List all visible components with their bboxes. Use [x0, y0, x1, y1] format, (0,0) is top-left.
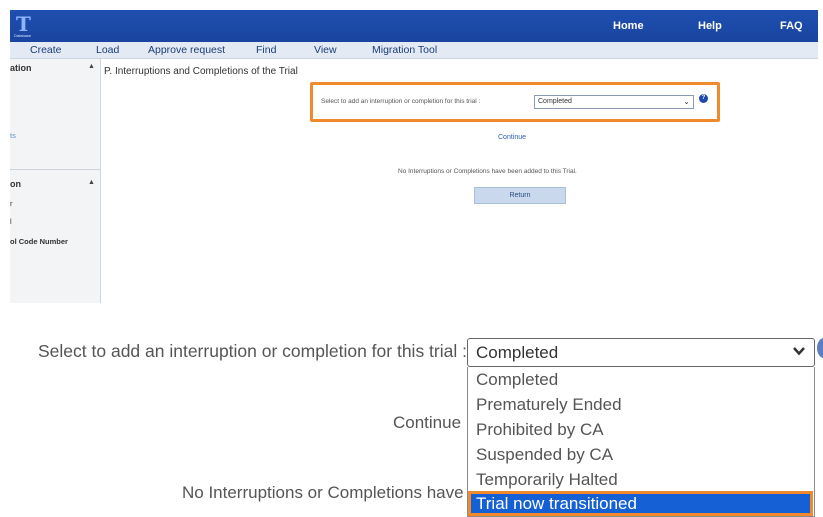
page-title: P. Interruptions and Completions of the … [104, 66, 298, 77]
menu-load[interactable]: Load [96, 44, 119, 56]
scroll-up-icon[interactable]: ▲ [88, 63, 95, 70]
scroll-up-icon[interactable]: ▲ [88, 179, 95, 186]
option-prematurely-ended[interactable]: Prematurely Ended [468, 392, 813, 417]
zoomed-select-label: Select to add an interruption or complet… [38, 341, 467, 361]
menu-bar: Create Load Approve request Find View Mi… [10, 42, 818, 59]
zoomed-interruption-select[interactable]: Completed [467, 338, 815, 367]
menu-view[interactable]: View [314, 44, 337, 56]
help-icon[interactable] [817, 338, 823, 358]
help-icon[interactable]: ? [699, 94, 708, 103]
zoomed-dropdown-view: Select to add an interruption or complet… [0, 305, 823, 517]
chevron-down-icon: ⌄ [683, 97, 690, 106]
nav-faq-link[interactable]: FAQ [780, 20, 803, 32]
zoomed-select-value: Completed [476, 343, 559, 362]
return-button[interactable]: Return [474, 187, 566, 204]
sidebar-item-link[interactable]: ts [10, 131, 16, 140]
zoomed-no-interruptions-message: No Interruptions or Completions have bee… [182, 483, 467, 502]
zoomed-continue-link[interactable]: Continue [393, 413, 461, 433]
nav-home-link[interactable]: Home [613, 20, 644, 32]
continue-link[interactable]: Continue [498, 134, 526, 141]
no-interruptions-message: No Interruptions or Completions have bee… [398, 168, 577, 175]
sidebar-section-1-title: ation [10, 63, 32, 73]
menu-approve-request[interactable]: Approve request [148, 44, 225, 56]
sidebar-item[interactable]: r [10, 199, 13, 208]
nav-help-link[interactable]: Help [698, 20, 722, 32]
option-temporarily-halted[interactable]: Temporarily Halted [468, 467, 813, 492]
select-value: Completed [538, 98, 572, 105]
option-suspended-by-ca[interactable]: Suspended by CA [468, 442, 813, 467]
chevron-down-icon [793, 347, 805, 356]
top-navigation-bar: T Database Home Help FAQ [10, 10, 818, 42]
logo-subtext: Database [14, 33, 32, 38]
sidebar-item[interactable]: ol Code Number [10, 237, 68, 246]
menu-find[interactable]: Find [256, 44, 276, 56]
sidebar-divider [10, 169, 100, 170]
interruption-select[interactable]: Completed ⌄ [534, 95, 694, 109]
highlighted-select-row: Select to add an interruption or complet… [310, 82, 720, 122]
sidebar-section-2-title: on [10, 179, 21, 189]
select-label: Select to add an interruption or complet… [321, 98, 481, 105]
option-trial-now-transitioned[interactable]: Trial now transitioned [468, 491, 813, 516]
sidebar-section-2: on ▲ r l ol Code Number [10, 179, 100, 289]
option-prohibited-by-ca[interactable]: Prohibited by CA [468, 417, 813, 442]
dropdown-options-list: Completed Prematurely Ended Prohibited b… [467, 367, 815, 517]
option-completed[interactable]: Completed [468, 367, 813, 392]
app-logo: T Database [14, 12, 48, 40]
sidebar-section-1: ation ▲ ts [10, 63, 100, 163]
menu-create[interactable]: Create [30, 44, 62, 56]
app-screenshot: T Database Home Help FAQ Create Load App… [10, 10, 818, 303]
sidebar: ation ▲ ts on ▲ r l ol Code Number [10, 59, 101, 303]
sidebar-item[interactable]: l [10, 217, 12, 226]
menu-migration-tool[interactable]: Migration Tool [372, 44, 437, 56]
